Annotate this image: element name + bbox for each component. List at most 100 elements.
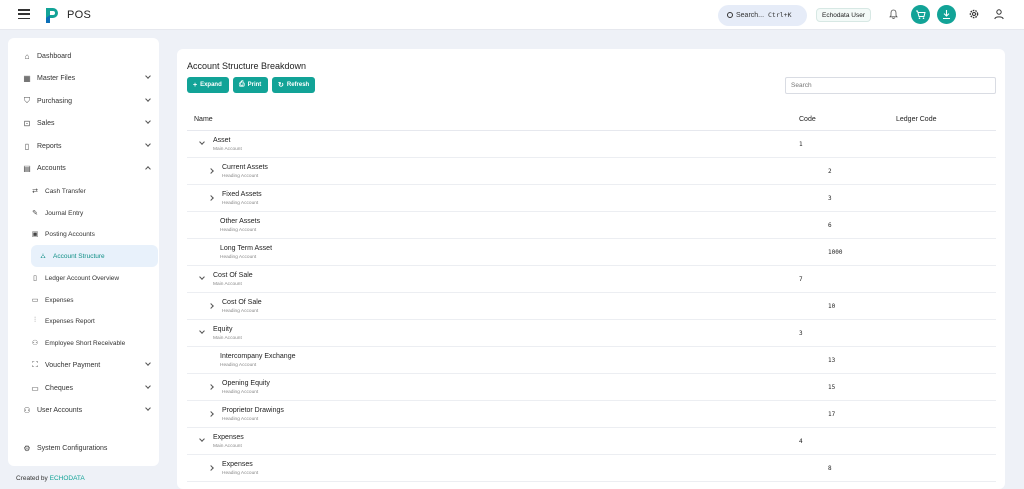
- sidebar-item-accounts[interactable]: ▤ Accounts: [22, 159, 152, 177]
- account-type: Heading Account: [220, 228, 257, 233]
- sidebar-item-dashboard[interactable]: ⌂ Dashboard: [22, 47, 152, 65]
- chevron-right-icon[interactable]: [208, 411, 214, 417]
- table-row[interactable]: Expenses Main Account 4: [187, 428, 996, 455]
- app-title: POS: [67, 9, 92, 21]
- table-row[interactable]: Cost Of Sale Main Account 7: [187, 266, 996, 293]
- sidebar-item-account-structure[interactable]: ⛼ Account Structure: [31, 245, 158, 267]
- table-row[interactable]: Other Assets Heading Account 6: [187, 212, 996, 239]
- account-type: Heading Account: [222, 417, 259, 422]
- chevron-down-icon: [145, 118, 151, 124]
- sidebar-item-label: Account Structure: [53, 252, 105, 260]
- sidebar-item-label: Expenses: [45, 296, 74, 304]
- refresh-button[interactable]: ↻ Refresh: [272, 77, 315, 93]
- account-code: 13: [828, 357, 836, 364]
- refresh-label: Refresh: [286, 82, 310, 88]
- chevron-down-icon[interactable]: [199, 328, 205, 334]
- sidebar-item-user-accounts[interactable]: ⚇ User Accounts: [22, 401, 152, 419]
- global-search-button[interactable]: Search... Ctrl+K: [718, 5, 807, 26]
- account-name: Expenses: [213, 434, 244, 441]
- bag-icon: ⊡: [23, 118, 31, 128]
- sidebar-item-reports[interactable]: ▯ Reports: [22, 137, 152, 155]
- menu-icon[interactable]: [18, 9, 30, 20]
- printer-icon: ⎙: [239, 81, 245, 88]
- account-name: Proprietor Drawings: [222, 407, 284, 414]
- chevron-right-icon[interactable]: [208, 384, 214, 390]
- table-row[interactable]: Fixed Assets Heading Account 3: [187, 185, 996, 212]
- app-logo: [46, 8, 58, 23]
- account-code: 8: [828, 465, 832, 472]
- table-row[interactable]: Proprietor Drawings Heading Account 17: [187, 401, 996, 428]
- sidebar-item-system-configurations[interactable]: ⚙ System Configurations: [22, 439, 152, 457]
- sidebar-item-label: Reports: [37, 142, 62, 150]
- table-row[interactable]: Opening Equity Heading Account 15: [187, 374, 996, 401]
- column-header-code: Code: [799, 116, 816, 123]
- table-row[interactable]: Asset Main Account 1: [187, 131, 996, 158]
- sidebar-item-posting-accounts[interactable]: ▣ Posting Accounts: [30, 224, 158, 244]
- voucher-icon: ⛶: [32, 360, 38, 369]
- gear-icon[interactable]: [968, 8, 980, 20]
- card-icon: ▭: [31, 383, 39, 393]
- expand-button[interactable]: + Expand: [187, 77, 229, 93]
- account-name: Expenses: [222, 461, 253, 468]
- search-input[interactable]: [785, 77, 996, 94]
- bell-icon[interactable]: [889, 9, 898, 19]
- account-code: 3: [799, 330, 803, 337]
- chevron-right-icon[interactable]: [208, 168, 214, 174]
- account-code: 1000: [828, 249, 843, 256]
- footer-brand[interactable]: ECHODATA: [50, 475, 85, 482]
- chevron-down-icon: [145, 96, 151, 102]
- chevron-down-icon[interactable]: [199, 139, 205, 145]
- sidebar-item-label: Accounts: [37, 164, 66, 172]
- bar-chart-icon: ⫶: [34, 317, 36, 324]
- sidebar-item-journal-entry[interactable]: ✎ Journal Entry: [30, 203, 158, 223]
- download-button[interactable]: [937, 5, 956, 24]
- table-row[interactable]: Cost Of Sale Heading Account 10: [187, 293, 996, 320]
- chevron-down-icon: [145, 73, 151, 79]
- account-type: Main Account: [213, 282, 242, 287]
- account-name: Cost Of Sale: [222, 299, 262, 306]
- account-name: Cost Of Sale: [213, 272, 253, 279]
- chevron-right-icon[interactable]: [208, 195, 214, 201]
- table-row[interactable]: Equity Main Account 3: [187, 320, 996, 347]
- chevron-right-icon[interactable]: [208, 303, 214, 309]
- sidebar-item-expenses[interactable]: ▭ Expenses: [30, 290, 158, 310]
- chevron-right-icon[interactable]: [208, 465, 214, 471]
- document-icon: ▯: [24, 141, 30, 151]
- sidebar-item-cash-transfer[interactable]: ⇄ Cash Transfer: [30, 181, 158, 201]
- table-row[interactable]: Long Term Asset Heading Account 1000: [187, 239, 996, 266]
- account-type: Main Account: [213, 444, 242, 449]
- cart-button[interactable]: [911, 5, 930, 24]
- hierarchy-icon: ⛼: [40, 252, 46, 260]
- chevron-down-icon[interactable]: [199, 274, 205, 280]
- sidebar-item-label: Posting Accounts: [45, 230, 95, 238]
- sidebar-item-sales[interactable]: ⊡ Sales: [22, 114, 152, 132]
- home-icon: ⌂: [24, 51, 30, 61]
- plus-icon: +: [193, 81, 198, 89]
- account-code: 6: [828, 222, 832, 229]
- clipboard-icon: ▣: [31, 231, 39, 238]
- users-icon: ⚇: [31, 340, 39, 347]
- print-button[interactable]: ⎙ Print: [233, 77, 268, 93]
- chevron-down-icon[interactable]: [199, 436, 205, 442]
- sidebar-item-label: Sales: [37, 119, 55, 127]
- book-icon: ▯: [33, 275, 37, 282]
- table-row[interactable]: Current Assets Heading Account 2: [187, 158, 996, 185]
- user-group-icon: ⚇: [23, 405, 31, 415]
- sidebar-item-expenses-report[interactable]: ⫶ Expenses Report: [30, 311, 158, 331]
- user-chip[interactable]: Echodata User: [816, 8, 871, 22]
- sidebar-item-label: Cheques: [45, 384, 74, 392]
- sidebar-item-employee-short-receivable[interactable]: ⚇ Employee Short Receivable: [30, 333, 158, 353]
- account-code: 3: [828, 195, 832, 202]
- sidebar-item-label: Ledger Account Overview: [45, 274, 120, 282]
- sidebar-item-cheques[interactable]: ▭ Cheques: [30, 379, 152, 397]
- account-name: Current Assets: [222, 164, 268, 171]
- table-row[interactable]: Intercompany Exchange Heading Account 13: [187, 347, 996, 374]
- sidebar-item-voucher-payment[interactable]: ⛶ Voucher Payment: [30, 356, 152, 374]
- sidebar-item-master-files[interactable]: ▦ Master Files: [22, 69, 152, 87]
- user-icon[interactable]: [993, 8, 1005, 20]
- sidebar-item-purchasing[interactable]: ⛉ Purchasing: [22, 92, 152, 110]
- sidebar-item-label: Journal Entry: [45, 209, 84, 217]
- sidebar-item-label: Expenses Report: [45, 317, 95, 325]
- sidebar-item-ledger-account-overview[interactable]: ▯ Ledger Account Overview: [30, 268, 158, 288]
- table-row[interactable]: Expenses Heading Account 8: [187, 455, 996, 482]
